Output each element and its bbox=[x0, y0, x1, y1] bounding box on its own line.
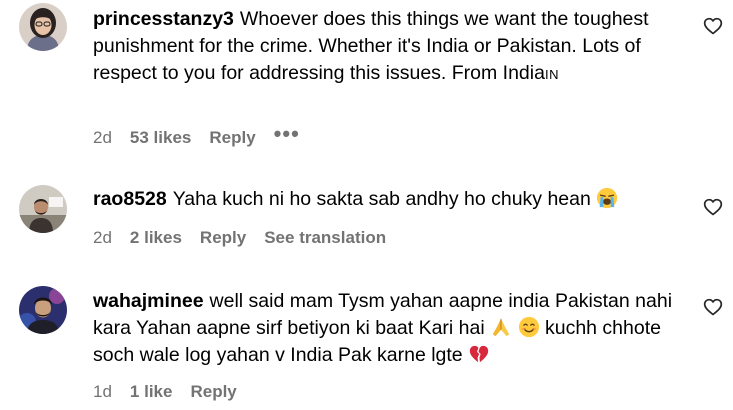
heart-outline-icon[interactable] bbox=[703, 16, 723, 36]
more-options-icon[interactable]: ••• bbox=[274, 123, 300, 145]
comment-timestamp[interactable]: 2d bbox=[93, 128, 112, 148]
likes-count[interactable]: 2 likes bbox=[130, 228, 182, 248]
avatar[interactable] bbox=[19, 185, 67, 233]
comment-timestamp[interactable]: 2d bbox=[93, 228, 112, 248]
broken-heart-emoji bbox=[469, 345, 489, 363]
smiling-face-emoji bbox=[518, 316, 539, 338]
likes-count[interactable]: 1 like bbox=[130, 382, 173, 402]
heart-outline-icon[interactable] bbox=[703, 197, 723, 217]
likes-count[interactable]: 53 likes bbox=[130, 128, 191, 148]
folded-hands-emoji bbox=[492, 318, 510, 337]
loudly-crying-face-emoji bbox=[597, 187, 618, 209]
comment-text: Yaha kuch ni ho sakta sab andhy ho chuky… bbox=[172, 188, 591, 210]
reply-button[interactable]: Reply bbox=[209, 128, 255, 148]
india-flag-emoji: IN bbox=[544, 67, 559, 82]
see-translation-button[interactable]: See translation bbox=[264, 228, 386, 248]
reply-button[interactable]: Reply bbox=[190, 382, 236, 402]
reply-button[interactable]: Reply bbox=[200, 228, 246, 248]
avatar[interactable] bbox=[19, 286, 67, 334]
heart-outline-icon[interactable] bbox=[703, 297, 723, 317]
comment-timestamp[interactable]: 1d bbox=[93, 382, 112, 402]
avatar[interactable] bbox=[19, 3, 67, 51]
username[interactable]: rao8528 bbox=[93, 188, 167, 210]
username[interactable]: princesstanzy3 bbox=[93, 8, 234, 30]
username[interactable]: wahajminee bbox=[93, 290, 204, 312]
